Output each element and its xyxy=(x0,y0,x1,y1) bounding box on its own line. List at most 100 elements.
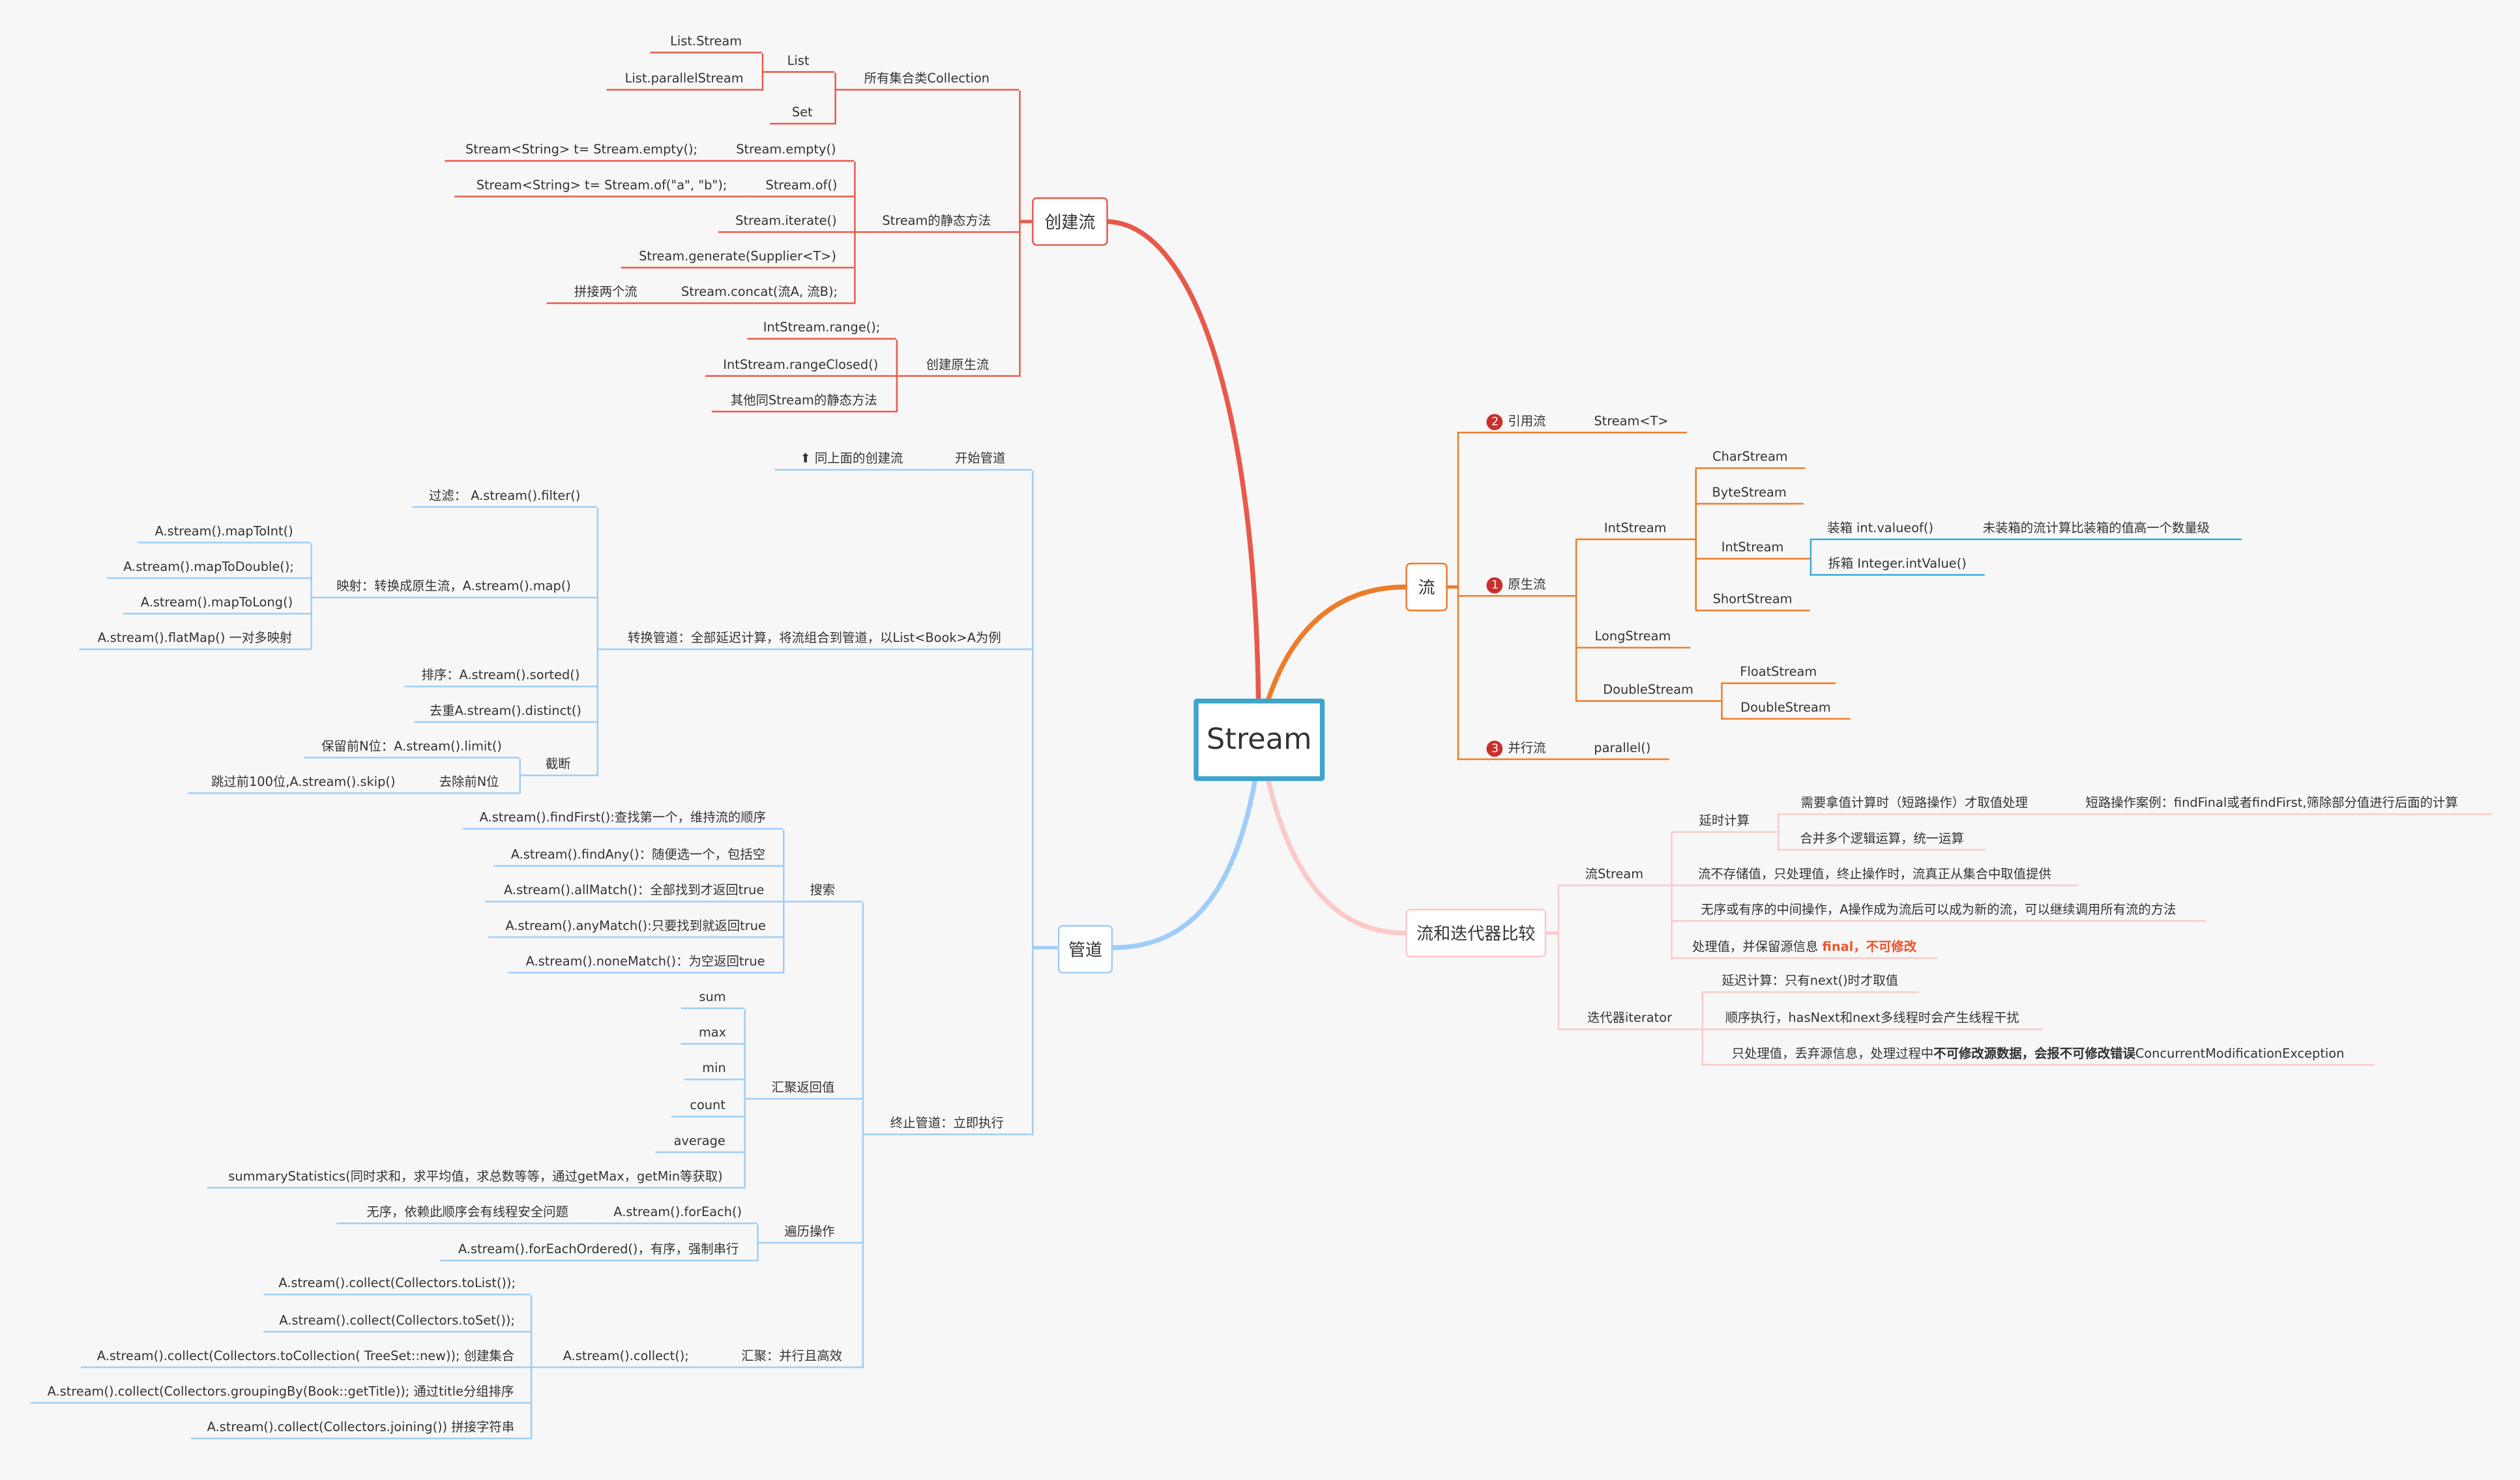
curve-compare xyxy=(1265,779,1406,936)
node-iterator[interactable]: 迭代器iterator xyxy=(1557,1008,1702,1030)
node-parallel-stream[interactable]: 3 并行流 xyxy=(1457,738,1575,761)
node-static-methods[interactable]: Stream的静态方法 xyxy=(854,210,1019,233)
node-flat-map[interactable]: A.stream().flatMap() 一对多映射 xyxy=(79,628,311,650)
node-stream-iterate[interactable]: Stream.iterate() xyxy=(718,210,855,233)
connector xyxy=(1544,931,1558,935)
node-none-match[interactable]: A.stream().noneMatch()：为空返回true xyxy=(508,951,783,974)
node-map[interactable]: 映射：转换成原生流，A.stream().map() xyxy=(310,575,597,599)
node-empty-example[interactable]: Stream<String> t= Stream.empty(); xyxy=(445,139,718,162)
node-no-store[interactable]: 流不存储值，只处理值，终止操作时，流真正从集合中取值提供 xyxy=(1671,863,2079,886)
node-intstream-range[interactable]: IntStream.range(); xyxy=(747,317,896,340)
node-doublestream[interactable]: DoubleStream xyxy=(1575,679,1722,702)
node-joining[interactable]: A.stream().collect(Collectors.joining())… xyxy=(190,1417,531,1440)
node-to-collection[interactable]: A.stream().collect(Collectors.toCollecti… xyxy=(81,1346,531,1369)
node-short-circuit-note[interactable]: 短路操作案例：findFinal或者findFirst,筛除部分值进行后面的计算 xyxy=(2051,792,2493,815)
node-stream-generate[interactable]: Stream.generate(Supplier<T>) xyxy=(621,246,855,268)
node-search[interactable]: 搜索 xyxy=(782,880,862,903)
node-set[interactable]: Set xyxy=(770,102,835,125)
node-reduce[interactable]: 汇聚返回值 xyxy=(744,1077,862,1100)
root-node[interactable]: Stream xyxy=(1194,698,1325,781)
node-min[interactable]: min xyxy=(684,1058,744,1081)
node-find-any[interactable]: A.stream().findAny()：随便选一个，包括空 xyxy=(493,844,783,867)
node-stream-concat[interactable]: Stream.concat(流A, 流B); xyxy=(664,282,855,304)
node-sum[interactable]: sum xyxy=(681,987,744,1009)
node-other-static[interactable]: 其他同Stream的静态方法 xyxy=(711,390,896,413)
node-all-match[interactable]: A.stream().allMatch()：全部找到才返回true xyxy=(485,880,783,903)
node-create-primitive[interactable]: 创建原生流 xyxy=(896,354,1019,377)
node-iterator-lazy[interactable]: 延迟计算：只有next()时才取值 xyxy=(1701,970,1918,993)
node-concat-note[interactable]: 拼接两个流 xyxy=(546,282,665,304)
node-traverse[interactable]: 遍历操作 xyxy=(757,1221,862,1244)
node-count[interactable]: count xyxy=(671,1095,744,1118)
node-intstream-rangeclosed[interactable]: IntStream.rangeClosed() xyxy=(705,354,896,377)
node-iterator-sequential[interactable]: 顺序执行，hasNext和next多线程时会产生线程干扰 xyxy=(1701,1008,2044,1030)
node-bytestream[interactable]: ByteStream xyxy=(1695,482,1804,505)
node-map-to-int[interactable]: A.stream().mapToInt() xyxy=(137,521,311,544)
connector xyxy=(1019,90,1021,377)
native-stream-label: 原生流 xyxy=(1508,577,1546,592)
node-native-stream[interactable]: 1 原生流 xyxy=(1457,574,1575,597)
streams-node[interactable]: 流 xyxy=(1405,562,1448,611)
node-iterator-discard[interactable]: 只处理值，丢弃源信息，处理过程中不可修改源数据，会报不可修改错误Concurre… xyxy=(1701,1043,2375,1066)
node-collect-method[interactable]: A.stream().collect(); xyxy=(530,1346,722,1369)
node-merge-ops[interactable]: 合并多个逻辑运算，统一运算 xyxy=(1778,828,1987,851)
node-lazy-eval[interactable]: 延时计算 xyxy=(1671,810,1778,833)
node-longstream[interactable]: LongStream xyxy=(1575,626,1691,649)
node-short-circuit[interactable]: 需要拿值计算时（短路操作）才取值处理 xyxy=(1778,792,2051,815)
discard-text: 只处理值，丢弃源信息，处理过程中 xyxy=(1731,1046,1934,1061)
node-find-first[interactable]: A.stream().findFirst():查找第一个，维持流的顺序 xyxy=(462,807,783,830)
node-shortstream[interactable]: ShortStream xyxy=(1695,588,1810,611)
node-intstream[interactable]: IntStream xyxy=(1575,517,1695,540)
node-map-to-double[interactable]: A.stream().mapToDouble(); xyxy=(106,557,311,579)
create-stream-node[interactable]: 创建流 xyxy=(1032,197,1108,246)
node-distinct[interactable]: 去重A.stream().distinct() xyxy=(414,700,597,723)
node-summary-statistics[interactable]: summaryStatistics(同时求和，求平均值，求总数等等，通过getM… xyxy=(207,1166,744,1189)
node-intstream-child[interactable]: IntStream xyxy=(1695,537,1810,560)
node-grouping-by[interactable]: A.stream().collect(Collectors.groupingBy… xyxy=(31,1381,531,1404)
node-boxing[interactable]: 装箱 int.valueof() xyxy=(1809,517,1951,540)
compare-node[interactable]: 流和迭代器比较 xyxy=(1405,908,1547,957)
node-stream-of[interactable]: Stream.of() xyxy=(748,175,855,197)
node-boxing-note[interactable]: 未装箱的流计算比装箱的值高一个数量级 xyxy=(1950,517,2242,540)
node-parallel-method[interactable]: parallel() xyxy=(1575,738,1669,761)
node-doublestream-child[interactable]: DoubleStream xyxy=(1721,697,1851,720)
node-for-each-ordered[interactable]: A.stream().forEachOrdered()，有序，强制串行 xyxy=(439,1239,757,1262)
node-charstream[interactable]: CharStream xyxy=(1695,446,1806,469)
node-skip-note[interactable]: 跳过前100位,A.stream().skip() xyxy=(187,772,419,794)
node-reference-stream[interactable]: 2 引用流 xyxy=(1457,411,1575,434)
node-truncate[interactable]: 截断 xyxy=(519,753,597,777)
node-keep-source[interactable]: 处理值，并保留源信息 final，不可修改 xyxy=(1671,936,1938,959)
node-map-to-long[interactable]: A.stream().mapToLong() xyxy=(123,592,311,615)
pipeline-node[interactable]: 管道 xyxy=(1057,925,1113,974)
node-to-list[interactable]: A.stream().collect(Collectors.toList()); xyxy=(263,1273,531,1296)
node-average[interactable]: average xyxy=(654,1130,744,1154)
node-stream-t[interactable]: Stream<T> xyxy=(1575,411,1688,434)
node-collection[interactable]: 所有集合类Collection xyxy=(834,68,1019,91)
node-terminal-pipeline[interactable]: 终止管道：立即执行 xyxy=(862,1112,1033,1135)
node-list[interactable]: List xyxy=(761,50,835,73)
node-filter[interactable]: 过滤： A.stream().filter() xyxy=(412,485,597,508)
node-for-each-note[interactable]: 无序，依赖此顺序会有线程安全问题 xyxy=(336,1202,599,1225)
node-start-pipeline[interactable]: 开始管道 xyxy=(928,448,1033,471)
node-floatstream[interactable]: FloatStream xyxy=(1721,661,1836,684)
curve-streams xyxy=(1265,585,1406,701)
node-collect-label[interactable]: 汇聚：并行且高效 xyxy=(721,1346,862,1369)
node-unboxing[interactable]: 拆箱 Integer.intValue() xyxy=(1809,553,1985,576)
node-start-note[interactable]: ⬆ 同上面的创建流 xyxy=(774,448,929,471)
priority-1-badge: 1 xyxy=(1487,577,1503,594)
node-list-stream[interactable]: List.Stream xyxy=(650,31,762,53)
node-max[interactable]: max xyxy=(681,1022,744,1045)
node-intermediate[interactable]: 无序或有序的中间操作，A操作成为流后可以成为新的流，可以继续调用所有流的方法 xyxy=(1671,899,2206,922)
keep-source-highlight: final，不可修改 xyxy=(1822,939,1917,955)
node-of-example[interactable]: Stream<String> t= Stream.of("a", "b"); xyxy=(454,175,749,197)
node-stream-compare[interactable]: 流Stream xyxy=(1557,863,1671,886)
node-for-each[interactable]: A.stream().forEach() xyxy=(598,1202,757,1225)
node-sorted[interactable]: 排序：A.stream().sorted() xyxy=(404,665,597,688)
node-any-match[interactable]: A.stream().anyMatch():只要找到就返回true xyxy=(488,915,783,938)
node-stream-empty[interactable]: Stream.empty() xyxy=(718,139,855,162)
node-limit[interactable]: 保留前N位：A.stream().limit() xyxy=(304,736,520,759)
node-to-set[interactable]: A.stream().collect(Collectors.toSet()); xyxy=(263,1310,531,1333)
node-list-parallel-stream[interactable]: List.parallelStream xyxy=(606,68,762,91)
node-skip[interactable]: 去除前N位 xyxy=(418,772,520,794)
node-transform-pipeline[interactable]: 转换管道：全部延迟计算，将流组合到管道，以List<Book>A为例 xyxy=(596,628,1033,650)
